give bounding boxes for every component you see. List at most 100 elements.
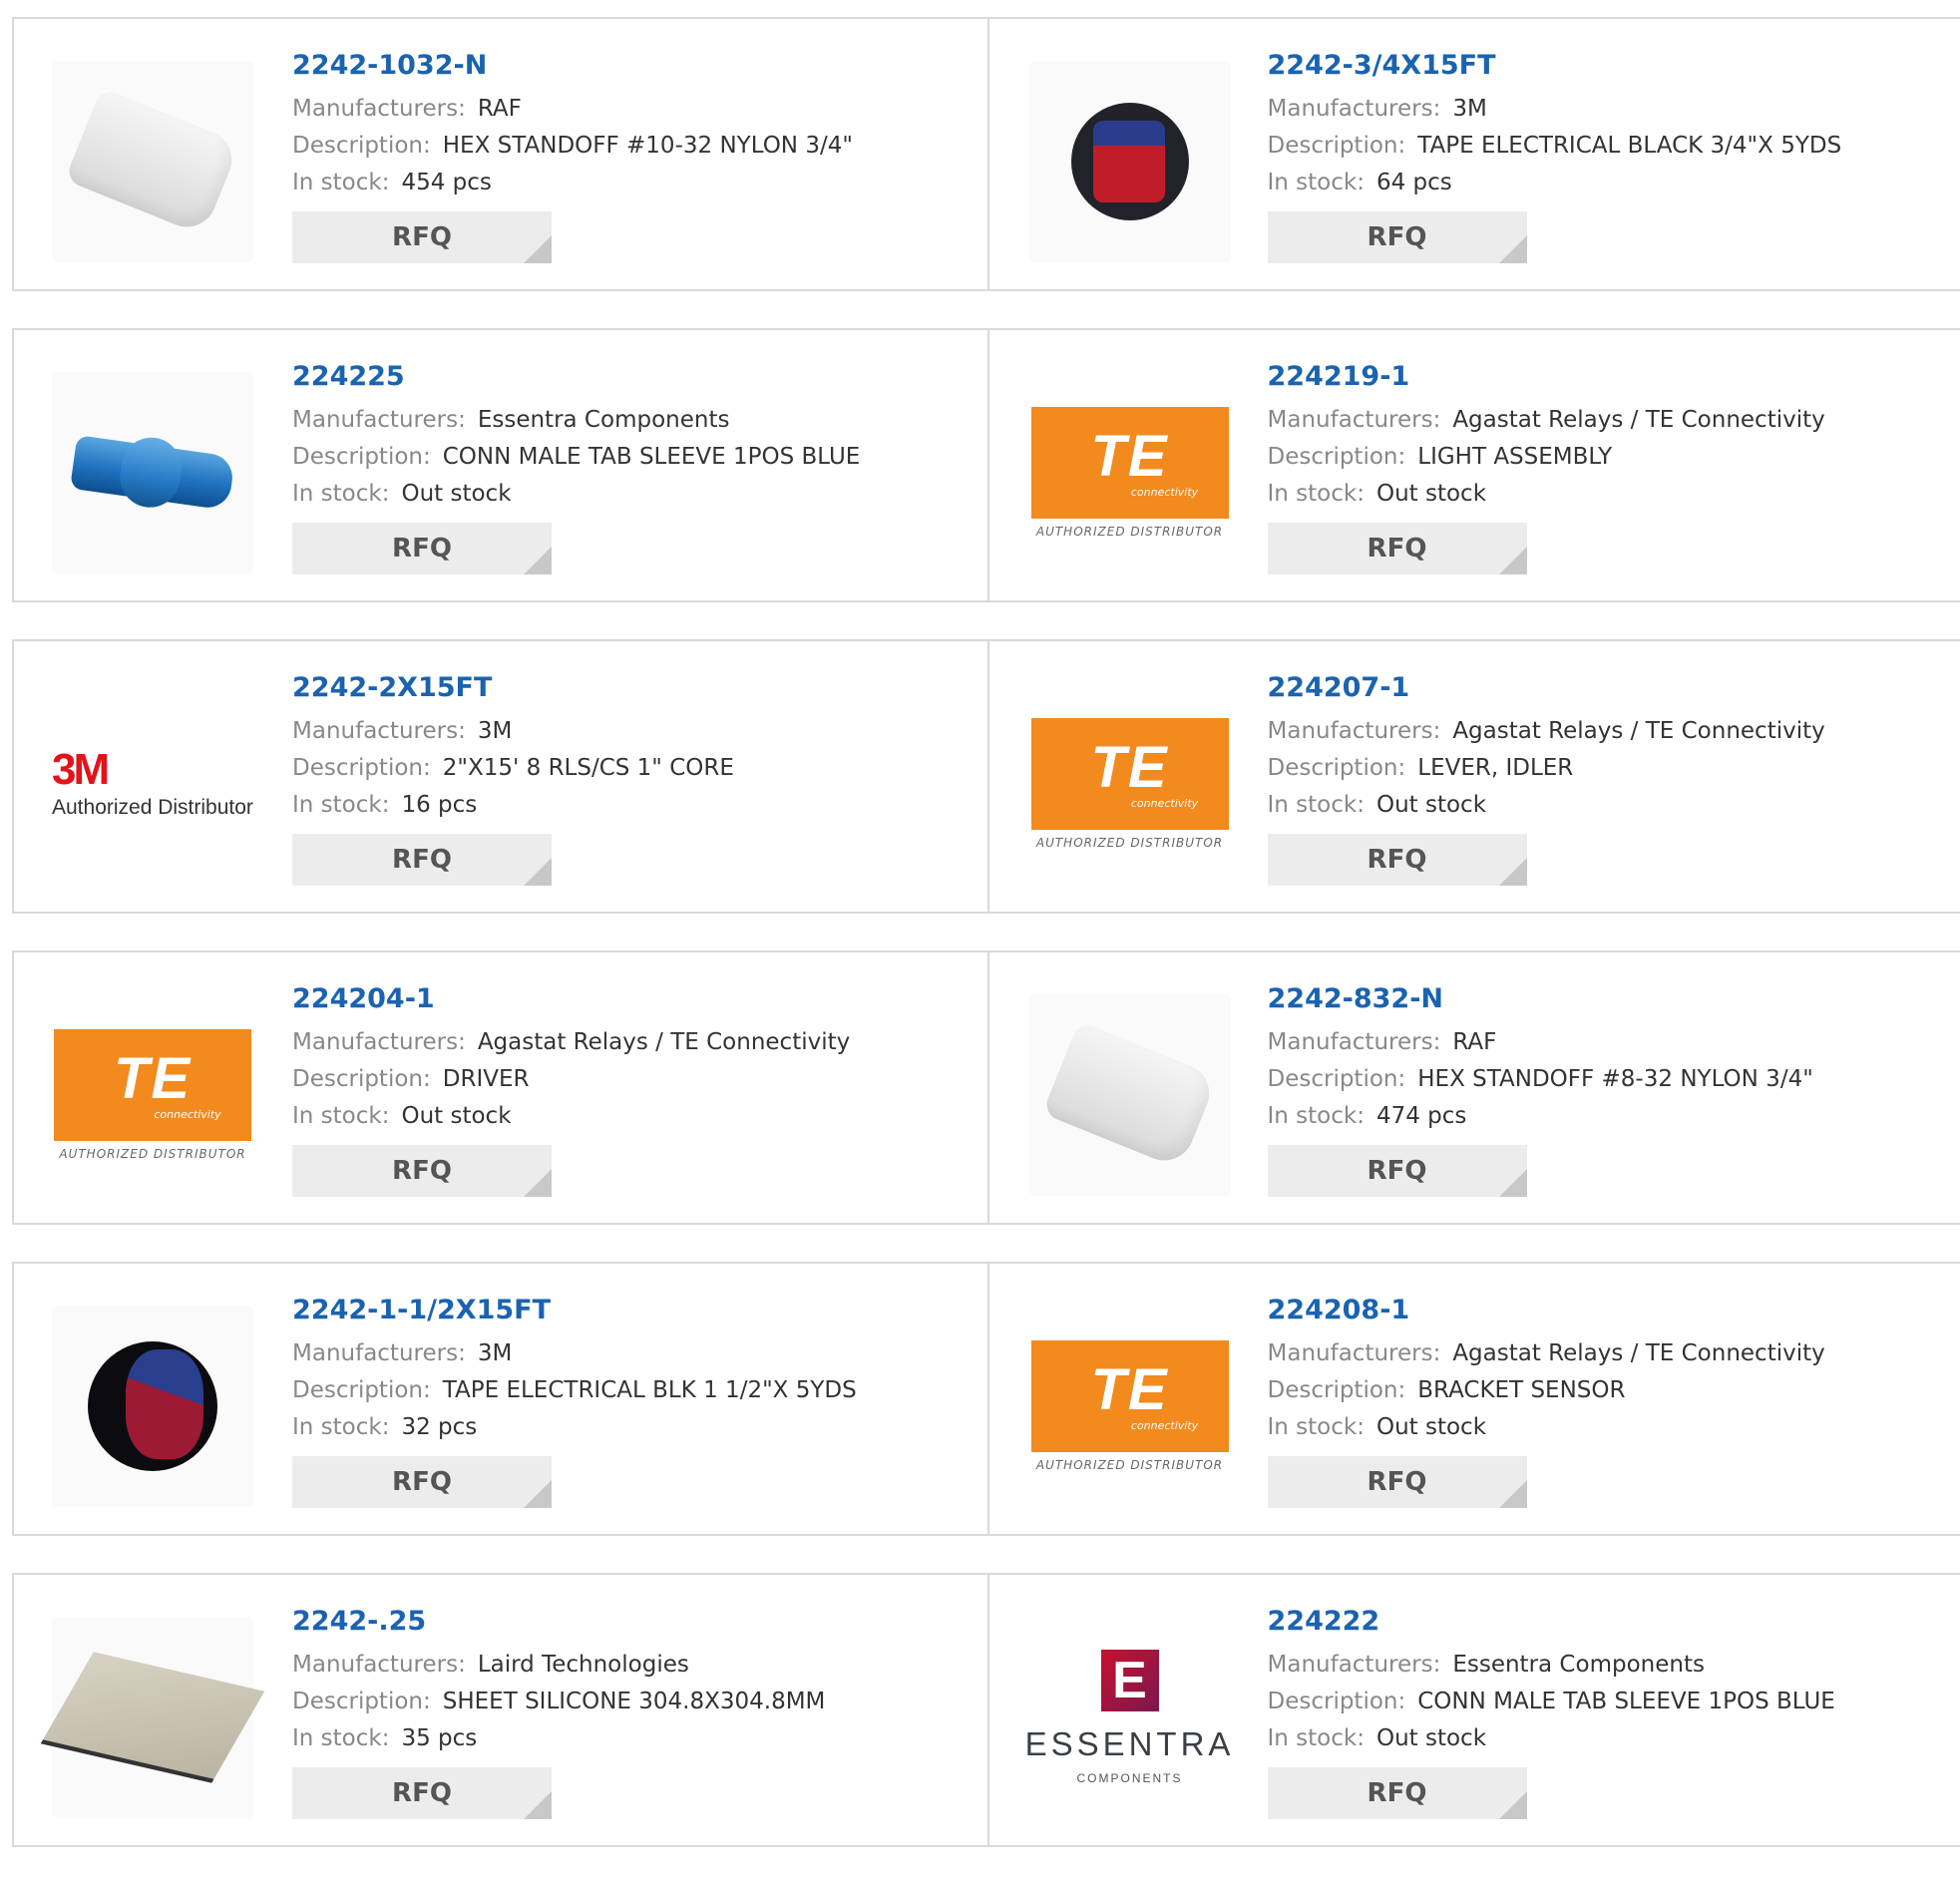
- stock: In stock:Out stock: [1268, 1409, 1825, 1446]
- rfq-button[interactable]: RFQ: [292, 211, 552, 263]
- stock-label: In stock:: [292, 481, 389, 507]
- product-image[interactable]: [52, 1617, 253, 1818]
- rfq-button[interactable]: RFQ: [292, 1767, 552, 1819]
- manufacturer-value: Essentra Components: [1452, 1652, 1705, 1678]
- product-image[interactable]: EESSENTRACOMPONENTS: [1029, 1617, 1231, 1818]
- product-card: 224225Manufacturers:Essentra ComponentsD…: [14, 330, 987, 600]
- stock-label: In stock:: [292, 1414, 389, 1440]
- manufacturer: Manufacturers:Agastat Relays / TE Connec…: [1268, 713, 1825, 750]
- manufacturer-label: Manufacturers:: [1268, 1340, 1441, 1366]
- rfq-button[interactable]: RFQ: [292, 523, 552, 574]
- te-authorized-text: AUTHORIZED DISTRIBUTOR: [1036, 1458, 1223, 1472]
- part-number-link[interactable]: 2242-.25: [292, 1603, 825, 1641]
- manufacturer-label: Manufacturers:: [1268, 407, 1441, 433]
- te-authorized-text: AUTHORIZED DISTRIBUTOR: [59, 1147, 245, 1161]
- description-label: Description:: [1268, 755, 1406, 781]
- manufacturer: Manufacturers:Essentra Components: [292, 402, 860, 439]
- part-number-link[interactable]: 224208-1: [1268, 1292, 1825, 1329]
- product-info: 224222Manufacturers:Essentra ComponentsD…: [1268, 1603, 1835, 1819]
- stock-value: 32 pcs: [401, 1414, 477, 1440]
- tape-roll-image: [88, 1341, 217, 1471]
- product-info: 224204-1Manufacturers:Agastat Relays / T…: [292, 980, 850, 1197]
- manufacturer-value: 3M: [1452, 96, 1486, 122]
- description: Description:LIGHT ASSEMBLY: [1268, 439, 1825, 476]
- product-grid: 2242-1032-NManufacturers:RAFDescription:…: [12, 17, 1960, 1884]
- manufacturer-value: Agastat Relays / TE Connectivity: [1452, 718, 1824, 744]
- part-number-link[interactable]: 224225: [292, 358, 860, 396]
- part-number-link[interactable]: 2242-1-1/2X15FT: [292, 1292, 857, 1329]
- stock-label: In stock:: [1268, 1103, 1365, 1129]
- product-info: 2242-3/4X15FTManufacturers:3MDescription…: [1268, 47, 1842, 263]
- connector-sleeve-image: [70, 435, 235, 511]
- product-image[interactable]: TEconnectivityAUTHORIZED DISTRIBUTOR: [1029, 683, 1231, 885]
- manufacturer: Manufacturers:3M: [292, 713, 734, 750]
- description-value: HEX STANDOFF #8-32 NYLON 3/4": [1417, 1066, 1813, 1092]
- description-label: Description:: [292, 1689, 431, 1714]
- product-image[interactable]: [1029, 994, 1231, 1196]
- te-logo-box: TEconnectivity: [1031, 1340, 1229, 1452]
- part-number-link[interactable]: 2242-3/4X15FT: [1268, 47, 1842, 85]
- manufacturer-value: Agastat Relays / TE Connectivity: [1452, 407, 1824, 433]
- part-number-link[interactable]: 224219-1: [1268, 358, 1825, 396]
- product-image[interactable]: [52, 1306, 253, 1507]
- te-logo-text: TE: [1090, 739, 1168, 797]
- description: Description:CONN MALE TAB SLEEVE 1POS BL…: [1268, 1684, 1835, 1720]
- description-label: Description:: [1268, 444, 1406, 470]
- rfq-button[interactable]: RFQ: [1268, 1767, 1527, 1819]
- te-logo-subtext: connectivity: [1131, 486, 1198, 499]
- description-value: TAPE ELECTRICAL BLACK 3/4"X 5YDS: [1417, 133, 1841, 159]
- rfq-button[interactable]: RFQ: [1268, 1145, 1527, 1197]
- product-image[interactable]: [1029, 61, 1231, 262]
- manufacturer-value: 3M: [478, 1340, 512, 1366]
- description: Description:HEX STANDOFF #10-32 NYLON 3/…: [292, 128, 853, 165]
- part-number-link[interactable]: 2242-832-N: [1268, 980, 1813, 1018]
- product-card: EESSENTRACOMPONENTS224222Manufacturers:E…: [987, 1575, 1960, 1845]
- rfq-button[interactable]: RFQ: [1268, 523, 1527, 574]
- part-number-link[interactable]: 224204-1: [292, 980, 850, 1018]
- product-image[interactable]: TEconnectivityAUTHORIZED DISTRIBUTOR: [1029, 372, 1231, 573]
- stock-value: Out stock: [1376, 1725, 1486, 1751]
- te-logo-text: TE: [1090, 1361, 1168, 1419]
- manufacturer-label: Manufacturers:: [292, 1340, 466, 1366]
- description-value: DRIVER: [443, 1066, 530, 1092]
- te-logo-text: TE: [1090, 428, 1168, 486]
- description-value: LEVER, IDLER: [1417, 755, 1573, 781]
- description-label: Description:: [1268, 133, 1406, 159]
- product-image[interactable]: [52, 372, 253, 573]
- manufacturer-label: Manufacturers:: [292, 718, 466, 744]
- stock-value: 64 pcs: [1376, 170, 1452, 195]
- part-number-link[interactable]: 2242-1032-N: [292, 47, 853, 85]
- rfq-button[interactable]: RFQ: [1268, 1456, 1527, 1508]
- rfq-button[interactable]: RFQ: [292, 1456, 552, 1508]
- te-logo-box: TEconnectivity: [1031, 407, 1229, 519]
- description-label: Description:: [1268, 1066, 1406, 1092]
- description-label: Description:: [292, 444, 431, 470]
- stock-label: In stock:: [1268, 481, 1365, 507]
- rfq-button[interactable]: RFQ: [292, 1145, 552, 1197]
- 3m-authorized-text: Authorized Distributor: [52, 796, 253, 820]
- product-row: 3MAuthorized Distributor 2242-2X15FT Manuf…: [12, 639, 1960, 914]
- manufacturer: Manufacturers:RAF: [292, 91, 853, 128]
- part-number-link[interactable]: 224207-1: [1268, 669, 1825, 707]
- product-image[interactable]: TEconnectivity AUTHORIZED DISTRIBUTOR: [1029, 1306, 1231, 1507]
- silicone-sheet-image: [41, 1652, 264, 1782]
- stock-value: Out stock: [1376, 1414, 1486, 1440]
- description: Description:CONN MALE TAB SLEEVE 1POS BL…: [292, 439, 860, 476]
- description: Description:TAPE ELECTRICAL BLK 1 1/2"X …: [292, 1372, 857, 1409]
- stock-value: 454 pcs: [401, 170, 491, 195]
- product-info: 2242-1032-N Manufacturers:RAFDescription:…: [292, 47, 853, 263]
- rfq-button[interactable]: RFQ: [1268, 211, 1527, 263]
- manufacturer-label: Manufacturers:: [292, 1029, 466, 1055]
- part-number-link[interactable]: 2242-2X15FT: [292, 669, 734, 707]
- rfq-button[interactable]: RFQ: [292, 834, 552, 886]
- product-image[interactable]: TEconnectivityAUTHORIZED DISTRIBUTOR: [52, 994, 253, 1196]
- stock-label: In stock:: [1268, 792, 1365, 818]
- stock-value: 474 pcs: [1376, 1103, 1466, 1129]
- description-value: BRACKET SENSOR: [1417, 1377, 1625, 1403]
- product-image[interactable]: 3MAuthorized Distributor: [52, 683, 253, 885]
- part-number-link[interactable]: 224222: [1268, 1603, 1835, 1641]
- standoff-image: [65, 88, 241, 236]
- rfq-button[interactable]: RFQ: [1268, 834, 1527, 886]
- product-image[interactable]: [52, 61, 253, 262]
- product-card: 3MAuthorized Distributor 2242-2X15FT Manuf…: [14, 641, 987, 912]
